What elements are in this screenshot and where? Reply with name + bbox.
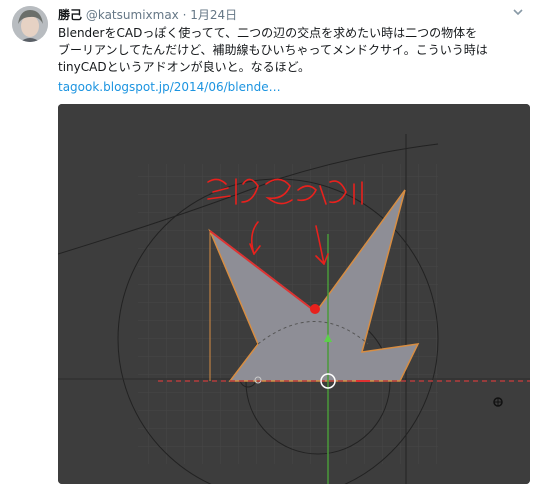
tweet-header: 勝己 @katsumixmax · 1月24日 xyxy=(58,6,237,23)
user-avatar[interactable] xyxy=(12,6,48,42)
chevron-down-icon[interactable] xyxy=(512,6,524,21)
author-name[interactable]: 勝己 xyxy=(58,8,82,22)
tweet-link[interactable]: tagook.blogspot.jp/2014/06/blende… xyxy=(58,80,281,94)
tweet-text-line: ブーリアンしてたんだけど、補助線もひいちゃってメンドクサイ。こういう時は xyxy=(58,43,488,57)
tweet-date[interactable]: 1月24日 xyxy=(190,8,237,22)
separator: · xyxy=(182,8,187,22)
tweet-text: BlenderをCADっぽく使ってて、二つの辺の交点を求めたい時は二つの物体を … xyxy=(58,25,528,76)
tweet-text-line: tinyCADというアドオンが良いと。なるほど。 xyxy=(58,60,310,74)
tweet-media-image[interactable] xyxy=(58,104,530,484)
author-handle[interactable]: @katsumixmax xyxy=(86,8,179,22)
avatar-image xyxy=(12,6,48,42)
tweet-text-line: BlenderをCADっぽく使ってて、二つの辺の交点を求めたい時は二つの物体を xyxy=(58,26,478,40)
blender-viewport-screenshot xyxy=(58,104,530,484)
